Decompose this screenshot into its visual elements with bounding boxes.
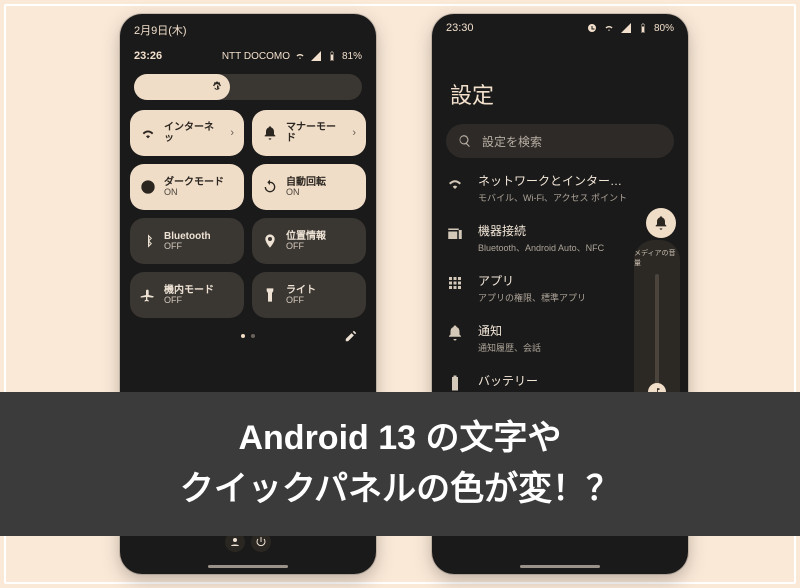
qs-tile-flashlight[interactable]: ライトOFF bbox=[252, 272, 366, 318]
qs-tile-bluetooth[interactable]: BluetoothOFF bbox=[130, 218, 244, 264]
tile-state: OFF bbox=[286, 296, 316, 306]
tile-label: 位置情報 bbox=[286, 231, 326, 242]
wifi-icon bbox=[294, 50, 306, 62]
caption-line1: Android 13 の文字や bbox=[238, 413, 561, 464]
volume-label: メディアの音量 bbox=[634, 248, 680, 268]
bluetooth-icon bbox=[140, 233, 156, 249]
tile-labels: 位置情報OFF bbox=[286, 231, 326, 252]
caption-banner: Android 13 の文字や クイックパネルの色が変！？ bbox=[0, 392, 800, 536]
caption-line2: クイックパネルの色が変！？ bbox=[180, 464, 620, 515]
location-icon bbox=[262, 233, 278, 249]
status-right: 80% bbox=[586, 22, 674, 34]
qs-date: 2月9日(木) bbox=[120, 14, 376, 38]
settings-row-subtitle: モバイル、Wi-Fi、アクセス ポイント bbox=[478, 191, 628, 204]
brightness-slider[interactable] bbox=[134, 74, 362, 100]
settings-row-labels: 機器接続 Bluetooth、Android Auto、NFC bbox=[478, 222, 604, 254]
brightness-fill bbox=[134, 74, 230, 100]
apps-icon bbox=[446, 274, 464, 292]
status-time: 23:30 bbox=[446, 22, 474, 34]
chevron-right-icon: › bbox=[230, 127, 234, 139]
airplane-icon bbox=[140, 287, 156, 303]
settings-row-subtitle: 通知履歴、会話 bbox=[478, 341, 541, 354]
tile-label: マナーモード bbox=[286, 122, 344, 144]
wifi-icon bbox=[446, 174, 464, 192]
signal-icon bbox=[620, 22, 632, 34]
settings-row-labels: アプリアプリの権限、標準アプリ bbox=[478, 272, 586, 304]
settings-row-title: ネットワークとインターネッ bbox=[478, 172, 628, 189]
settings-row-subtitle: アプリの権限、標準アプリ bbox=[478, 291, 586, 304]
tile-labels: インターネッ bbox=[164, 122, 222, 144]
tile-state: OFF bbox=[286, 242, 326, 252]
wifi-icon bbox=[140, 125, 156, 141]
page-dot bbox=[241, 334, 245, 338]
settings-row-wifi[interactable]: ネットワークとインターネッモバイル、Wi-Fi、アクセス ポイント bbox=[446, 172, 674, 204]
settings-row-title: アプリ bbox=[478, 272, 586, 289]
tile-labels: ダークモードON bbox=[164, 177, 224, 198]
qs-page-indicator bbox=[120, 334, 376, 338]
settings-row-subtitle: Bluetooth、Android Auto、NFC bbox=[478, 241, 604, 254]
ring-mode-button[interactable] bbox=[646, 208, 676, 238]
bell-icon bbox=[262, 125, 278, 141]
tile-label: ダークモード bbox=[164, 177, 224, 188]
bell-icon bbox=[446, 324, 464, 342]
tile-label: ライト bbox=[286, 285, 316, 296]
qs-tile-rotate[interactable]: 自動回転ON bbox=[252, 164, 366, 210]
settings-row-title: 通知 bbox=[478, 322, 541, 339]
qs-tile-airplane[interactable]: 機内モードOFF bbox=[130, 272, 244, 318]
rotate-icon bbox=[262, 179, 278, 195]
qs-tile-wifi[interactable]: インターネッ › bbox=[130, 110, 244, 156]
qs-tiles-grid: インターネッ›マナーモード›ダークモードON自動回転ONBluetoothOFF… bbox=[120, 110, 376, 318]
brightness-icon bbox=[210, 80, 224, 94]
signal-icon bbox=[310, 50, 322, 62]
gesture-bar bbox=[520, 565, 600, 568]
tile-label: 機内モード bbox=[164, 285, 214, 296]
flashlight-icon bbox=[262, 287, 278, 303]
tile-labels: 機内モードOFF bbox=[164, 285, 214, 306]
qs-time: 23:26 bbox=[134, 50, 162, 62]
devices-icon bbox=[446, 224, 464, 242]
settings-row-title: バッテリー bbox=[478, 372, 609, 389]
tile-labels: BluetoothOFF bbox=[164, 231, 211, 252]
status-battery-pct: 80% bbox=[654, 23, 674, 34]
gesture-bar bbox=[208, 565, 288, 568]
settings-search[interactable]: 設定を検索 bbox=[446, 124, 674, 158]
battery-icon bbox=[446, 374, 464, 392]
settings-row-labels: 通知通知履歴、会話 bbox=[478, 322, 541, 354]
tile-label: インターネッ bbox=[164, 122, 222, 144]
qs-tile-location[interactable]: 位置情報OFF bbox=[252, 218, 366, 264]
tile-state: OFF bbox=[164, 296, 214, 306]
alarm-icon bbox=[586, 22, 598, 34]
tile-state: ON bbox=[286, 188, 326, 198]
qs-status-right: NTT DOCOMO 81% bbox=[222, 50, 362, 62]
qs-tile-bell[interactable]: マナーモード › bbox=[252, 110, 366, 156]
qs-tile-contrast[interactable]: ダークモードON bbox=[130, 164, 244, 210]
volume-track[interactable] bbox=[655, 274, 659, 401]
settings-row-labels: ネットワークとインターネッモバイル、Wi-Fi、アクセス ポイント bbox=[478, 172, 628, 204]
settings-title: 設定 bbox=[432, 34, 688, 124]
tile-state: OFF bbox=[164, 242, 211, 252]
tile-labels: ライトOFF bbox=[286, 285, 316, 306]
battery-icon bbox=[637, 22, 649, 34]
search-placeholder: 設定を検索 bbox=[482, 133, 542, 150]
tile-labels: 自動回転ON bbox=[286, 177, 326, 198]
tile-label: Bluetooth bbox=[164, 231, 211, 242]
face-icon bbox=[229, 536, 241, 548]
power-icon bbox=[255, 536, 267, 548]
settings-row-title: 機器接続 bbox=[478, 222, 604, 239]
bell-icon bbox=[653, 215, 669, 231]
chevron-right-icon: › bbox=[352, 127, 356, 139]
search-icon bbox=[458, 134, 472, 148]
battery-icon bbox=[326, 50, 338, 62]
tile-label: 自動回転 bbox=[286, 177, 326, 188]
wifi-icon bbox=[603, 22, 615, 34]
edit-icon[interactable] bbox=[344, 329, 358, 343]
contrast-icon bbox=[140, 179, 156, 195]
settings-statusbar: 23:30 80% bbox=[432, 14, 688, 34]
tile-labels: マナーモード bbox=[286, 122, 344, 144]
page-dot bbox=[251, 334, 255, 338]
qs-battery-pct: 81% bbox=[342, 51, 362, 62]
qs-carrier: NTT DOCOMO bbox=[222, 51, 290, 62]
qs-statusbar: 23:26 NTT DOCOMO 81% bbox=[120, 38, 376, 68]
tile-state: ON bbox=[164, 188, 224, 198]
